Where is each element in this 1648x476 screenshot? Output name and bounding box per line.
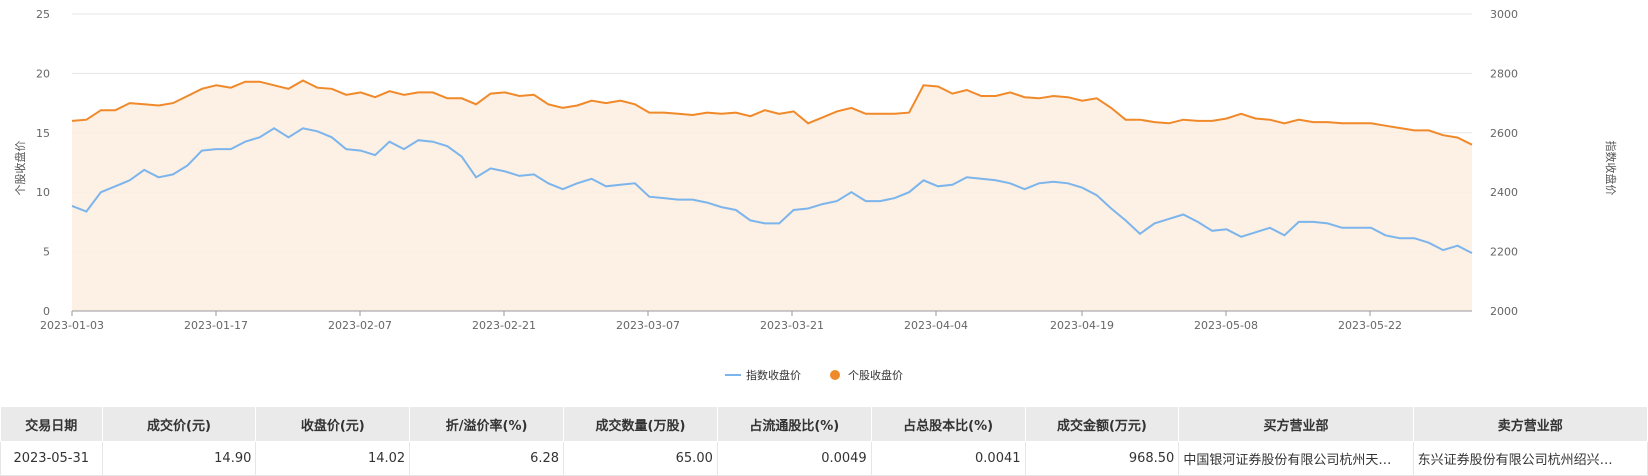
right-tick-label: 2000 bbox=[1490, 305, 1518, 318]
legend-stock[interactable]: 个股收盘价 bbox=[848, 368, 903, 382]
table-row[interactable]: 2023-05-31 14.90 14.02 6.28 65.00 0.0049… bbox=[0, 441, 1648, 476]
right-axis: 2000 2200 2400 2600 2800 3000 bbox=[1490, 8, 1518, 318]
left-tick-label: 15 bbox=[36, 127, 50, 140]
x-axis: 2023-01-03 2023-01-17 2023-02-07 2023-02-21… bbox=[40, 310, 1472, 332]
right-tick-label: 2400 bbox=[1490, 186, 1518, 199]
x-tick-label: 2023-05-22 bbox=[1338, 319, 1402, 332]
table-header: 交易日期 成交价(元) 收盘价(元) 折/溢价率(%) 成交数量(万股) 占流通… bbox=[0, 406, 1648, 442]
trade-table: 交易日期 成交价(元) 收盘价(元) 折/溢价率(%) 成交数量(万股) 占流通… bbox=[0, 406, 1648, 476]
left-tick-label: 10 bbox=[36, 186, 50, 199]
left-axis-title: 个股收盘价 bbox=[13, 141, 27, 196]
cell-float-ratio: 0.0049 bbox=[716, 441, 872, 476]
header-float-ratio[interactable]: 占流通股比(%) bbox=[716, 406, 872, 442]
x-tick-label: 2023-02-07 bbox=[328, 319, 392, 332]
left-tick-label: 0 bbox=[43, 305, 50, 318]
legend-index[interactable]: 指数收盘价 bbox=[746, 368, 801, 382]
cell-buyer: 中国银河证券股份有限公司杭州天… bbox=[1178, 441, 1414, 476]
chart-panel: 0 5 10 15 20 25 2000 2200 2400 2600 2800 3000 2023… bbox=[0, 0, 1648, 476]
cell-trade-date: 2023-05-31 bbox=[0, 441, 103, 476]
legend-stock-icon bbox=[830, 370, 840, 380]
x-tick-label: 2023-03-21 bbox=[760, 319, 824, 332]
header-buyer[interactable]: 买方营业部 bbox=[1178, 406, 1414, 442]
stock-price-area bbox=[72, 80, 1472, 311]
x-tick-label: 2023-03-07 bbox=[616, 319, 680, 332]
legend[interactable]: 指数收盘价 个股收盘价 bbox=[725, 368, 903, 382]
header-premium-rate[interactable]: 折/溢价率(%) bbox=[409, 406, 565, 442]
right-tick-label: 2200 bbox=[1490, 246, 1518, 259]
x-tick-label: 2023-05-08 bbox=[1194, 319, 1258, 332]
x-tick-label: 2023-01-17 bbox=[184, 319, 248, 332]
header-close-price[interactable]: 收盘价(元) bbox=[255, 406, 411, 442]
x-tick-label: 2023-02-21 bbox=[472, 319, 536, 332]
x-tick-label: 2023-04-04 bbox=[904, 319, 968, 332]
right-tick-label: 3000 bbox=[1490, 8, 1518, 21]
left-axis: 0 5 10 15 20 25 bbox=[36, 8, 50, 318]
price-chart: 0 5 10 15 20 25 2000 2200 2400 2600 2800 3000 2023… bbox=[13, 8, 1618, 382]
left-tick-label: 20 bbox=[36, 67, 50, 80]
cell-close-price: 14.02 bbox=[255, 441, 411, 476]
x-tick-label: 2023-01-03 bbox=[40, 319, 104, 332]
header-trade-price[interactable]: 成交价(元) bbox=[101, 406, 257, 442]
header-total-ratio[interactable]: 占总股本比(%) bbox=[870, 406, 1026, 442]
cell-volume: 65.00 bbox=[563, 441, 718, 476]
cell-seller: 东兴证券股份有限公司杭州绍兴… bbox=[1412, 441, 1648, 476]
cell-trade-price: 14.90 bbox=[101, 441, 257, 476]
left-tick-label: 25 bbox=[36, 8, 50, 21]
right-axis-title: 指数收盘价 bbox=[1604, 141, 1618, 196]
cell-total-ratio: 0.0041 bbox=[870, 441, 1026, 476]
header-trade-date[interactable]: 交易日期 bbox=[0, 406, 103, 442]
cell-premium-rate: 6.28 bbox=[409, 441, 565, 476]
right-tick-label: 2800 bbox=[1490, 67, 1518, 80]
right-tick-label: 2600 bbox=[1490, 127, 1518, 140]
x-tick-label: 2023-04-19 bbox=[1050, 319, 1114, 332]
header-seller[interactable]: 卖方营业部 bbox=[1412, 406, 1648, 442]
header-amount[interactable]: 成交金额(万元) bbox=[1024, 406, 1180, 442]
left-tick-label: 5 bbox=[43, 246, 50, 259]
header-volume[interactable]: 成交数量(万股) bbox=[563, 406, 718, 442]
stock-area bbox=[72, 80, 1472, 311]
cell-amount: 968.50 bbox=[1024, 441, 1180, 476]
